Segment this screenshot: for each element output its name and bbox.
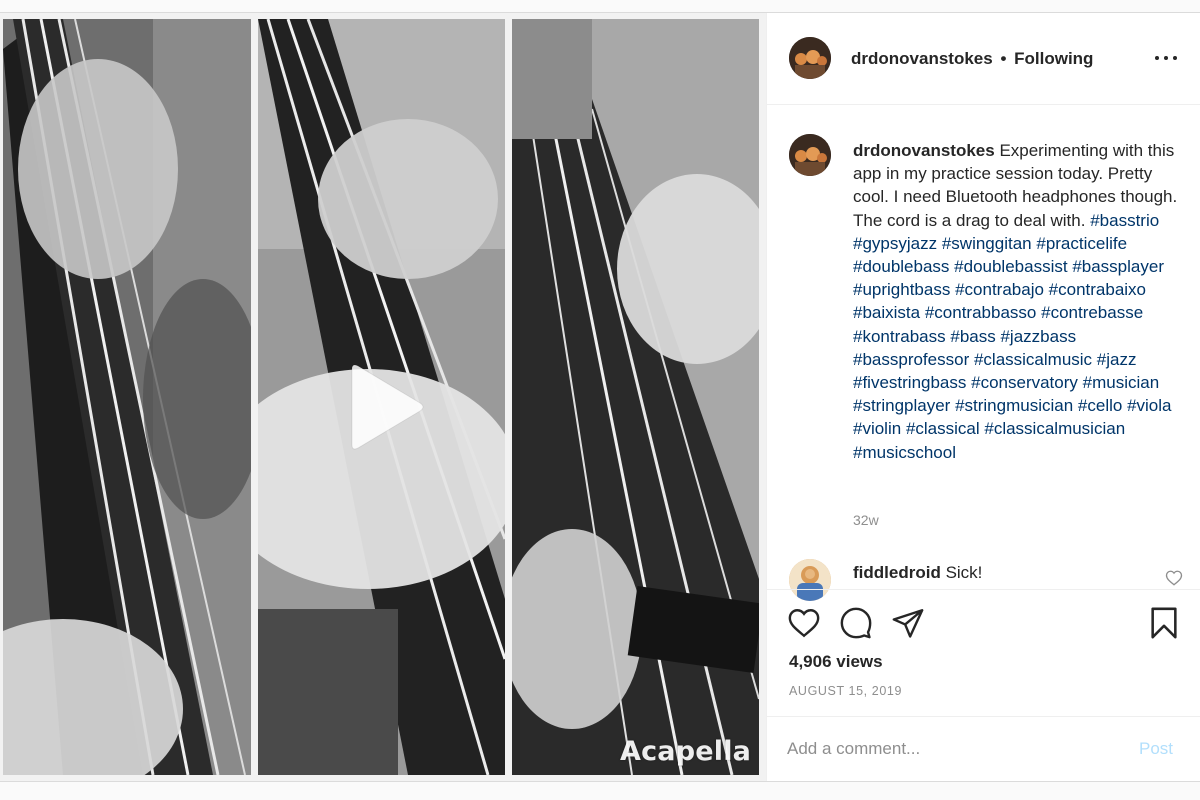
hashtag-link[interactable]: #stringplayer: [853, 396, 950, 415]
video-panel-left: [3, 19, 251, 775]
post-sidebar: drdonovanstokes • Following drdonovansto…: [766, 13, 1200, 781]
app-watermark: Acapella: [620, 736, 752, 767]
hashtag-link[interactable]: #fivestringbass: [853, 373, 966, 392]
header-title: drdonovanstokes • Following: [851, 49, 1093, 69]
hashtag-link[interactable]: #viola: [1127, 396, 1171, 415]
small-heart-icon[interactable]: [1165, 569, 1183, 587]
bookmark-icon[interactable]: [1147, 606, 1181, 640]
hashtag-list: #basstrio #gypsyjazz #swinggitan #practi…: [853, 211, 1171, 462]
hashtag-link[interactable]: #contrabajo: [955, 280, 1044, 299]
caption-section: drdonovanstokes Experimenting with this …: [767, 106, 1200, 601]
play-button[interactable]: [346, 363, 426, 451]
hashtag-link[interactable]: #baixista: [853, 303, 920, 322]
hashtag-link[interactable]: #uprightbass: [853, 280, 950, 299]
hashtag-link[interactable]: #doublebassist: [954, 257, 1067, 276]
add-comment-section: Post: [767, 716, 1200, 781]
hashtag-link[interactable]: #musicschool: [853, 443, 956, 462]
action-bar: 4,906 views AUGUST 15, 2019: [767, 589, 1200, 709]
hashtag-link[interactable]: #swinggitan: [942, 234, 1032, 253]
hashtag-link[interactable]: #kontrabass: [853, 327, 946, 346]
post-date[interactable]: AUGUST 15, 2019: [789, 684, 902, 698]
post-comment-button[interactable]: Post: [1139, 739, 1173, 759]
video-media[interactable]: Acapella: [0, 13, 766, 781]
paper-plane-icon[interactable]: [891, 606, 925, 640]
video-panel-right: [512, 19, 759, 775]
hashtag-link[interactable]: #bassprofessor: [853, 350, 969, 369]
author-username[interactable]: drdonovanstokes: [851, 49, 993, 68]
more-dots-icon[interactable]: [1153, 47, 1179, 69]
hashtag-link[interactable]: #bassplayer: [1072, 257, 1164, 276]
comment-text: Sick!: [945, 563, 983, 582]
hashtag-link[interactable]: #cello: [1078, 396, 1122, 415]
comment-input[interactable]: [787, 735, 1117, 763]
hashtag-link[interactable]: #conservatory: [971, 373, 1078, 392]
hashtag-link[interactable]: #jazz: [1097, 350, 1137, 369]
hashtag-link[interactable]: #classical: [906, 419, 980, 438]
avatar[interactable]: [789, 134, 831, 176]
hashtag-link[interactable]: #contrabbasso: [925, 303, 1037, 322]
comment-bubble-icon[interactable]: [839, 606, 873, 640]
hashtag-link[interactable]: #jazzbass: [1000, 327, 1076, 346]
hashtag-link[interactable]: #classicalmusician: [984, 419, 1125, 438]
following-button[interactable]: Following: [1014, 49, 1093, 68]
hashtag-link[interactable]: #practicelife: [1036, 234, 1127, 253]
hashtag-link[interactable]: #gypsyjazz: [853, 234, 937, 253]
hashtag-link[interactable]: #contrabaixo: [1049, 280, 1146, 299]
play-icon: [351, 364, 424, 450]
hashtag-link[interactable]: #basstrio: [1090, 211, 1159, 230]
comment-body: fiddledroid Sick!: [853, 563, 982, 583]
hashtag-link[interactable]: #doublebass: [853, 257, 949, 276]
avatar[interactable]: [789, 37, 831, 79]
hashtag-link[interactable]: #contrebasse: [1041, 303, 1143, 322]
hashtag-link[interactable]: #classicalmusic: [974, 350, 1092, 369]
caption-username[interactable]: drdonovanstokes: [853, 141, 995, 160]
hashtag-link[interactable]: #bass: [950, 327, 995, 346]
caption-timestamp[interactable]: 32w: [853, 512, 879, 528]
post-frame: Acapella drdonovanstokes • Following drd…: [0, 12, 1200, 782]
hashtag-link[interactable]: #musician: [1083, 373, 1160, 392]
post-caption: drdonovanstokes Experimenting with this …: [853, 139, 1189, 464]
separator-dot: •: [1000, 49, 1007, 68]
hashtag-link[interactable]: #violin: [853, 419, 901, 438]
comment-username[interactable]: fiddledroid: [853, 563, 941, 582]
post-header: drdonovanstokes • Following: [767, 13, 1200, 105]
hashtag-link[interactable]: #stringmusician: [955, 396, 1073, 415]
heart-icon[interactable]: [787, 606, 821, 640]
view-count[interactable]: 4,906 views: [789, 652, 883, 672]
